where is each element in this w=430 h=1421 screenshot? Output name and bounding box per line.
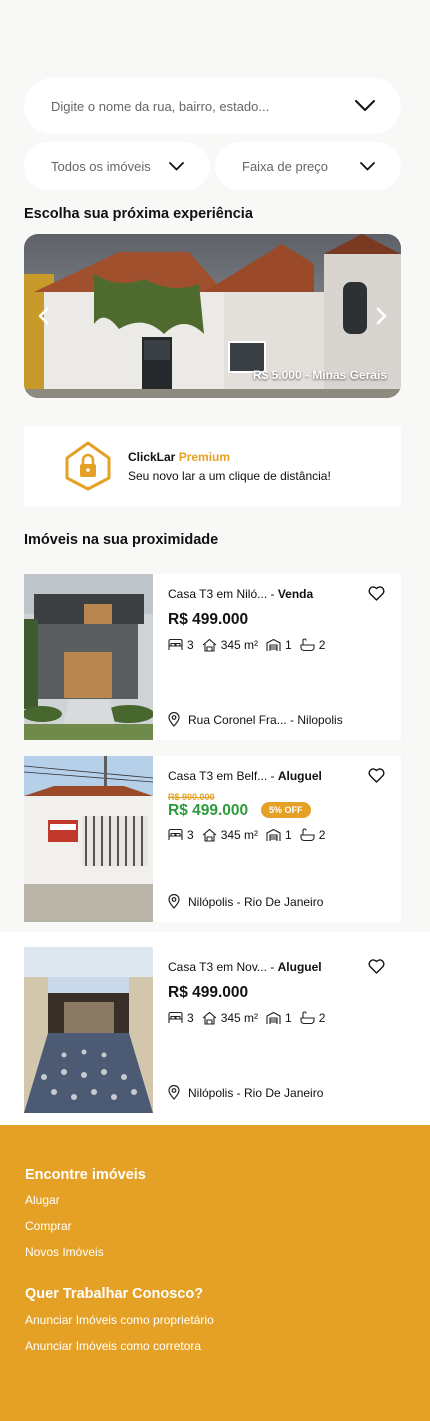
chevron-left-icon[interactable] [34,306,54,326]
listing-title: Casa T3 em Niló... - Venda [168,587,313,601]
bathrooms-count: 2 [318,1011,326,1025]
listing-card[interactable]: Casa T3 em Nov... - Aluguel R$ 499.000 3… [24,947,401,1113]
chevron-down-icon[interactable] [355,100,375,112]
footer: Encontre imóveis Alugar Comprar Novos Im… [0,1125,430,1421]
area-value: 345 m² [220,638,259,652]
footer-find-title: Encontre imóveis [25,1167,146,1183]
area-icon [202,638,217,652]
listing-photo [24,947,153,1113]
chevron-right-icon[interactable] [371,306,391,326]
location-pin-icon [168,894,180,909]
listing-name: Casa T3 em Belf... [168,769,268,783]
bed-icon [168,828,183,840]
listing-separator: - [266,960,278,974]
area-icon [202,1011,217,1025]
listing-separator: - [267,769,278,783]
bed-icon [168,1011,183,1023]
listing-title: Casa T3 em Belf... - Aluguel [168,769,322,783]
bedrooms-count: 3 [187,1011,194,1025]
listing-features: 3 345 m² 1 2 [168,828,333,842]
location-pin-icon [168,1085,180,1100]
garage-count: 1 [285,1011,292,1025]
featured-caption: R$ 5.000 - Minas Gerais [252,368,387,382]
premium-banner[interactable]: ClickLar Premium Seu novo lar a um cliqu… [24,426,401,506]
listing-location: Nilópolis - Rio De Janeiro [168,894,323,909]
featured-carousel[interactable]: R$ 5.000 - Minas Gerais [24,234,401,398]
bathtub-icon [300,638,315,652]
nearby-section-title: Imóveis na sua proximidade [24,532,219,548]
search-input[interactable]: Digite o nome da rua, bairro, estado... [24,78,401,134]
garage-count: 1 [285,828,292,842]
heart-icon[interactable] [368,586,385,601]
bathrooms-count: 2 [318,638,326,652]
listing-photo [24,574,153,740]
bed-icon [168,638,183,650]
bedrooms-count: 3 [187,828,194,842]
listing-title: Casa T3 em Nov... - Aluguel [168,960,322,974]
heart-icon[interactable] [368,768,385,783]
discount-badge: 5% OFF [261,802,311,818]
footer-work-title: Quer Trabalhar Conosco? [25,1286,204,1302]
listing-photo [24,756,153,922]
featured-section-title: Escolha sua próxima experiência [24,206,253,222]
listing-price: R$ 499.000 [168,802,249,819]
premium-tagline: Seu novo lar a um clique de distância! [128,468,331,483]
garage-icon [266,1011,281,1024]
house-lock-icon [65,441,111,491]
listing-card[interactable]: Casa T3 em Niló... - Venda R$ 499.000 3 … [24,574,401,740]
listing-separator: - [267,587,278,601]
listing-price: R$ 499.000 [168,611,249,628]
location-pin-icon [168,712,180,727]
listing-name: Casa T3 em Niló... [168,587,268,601]
listing-type: Aluguel [277,960,322,974]
chevron-down-icon [169,161,184,170]
area-value: 345 m² [220,1011,259,1025]
listing-old-price: R$ 900.000 [168,792,215,802]
footer-link-broker-listing[interactable]: Anunciar Imóveis como corretora [25,1339,201,1353]
location-text: Nilópolis - Rio De Janeiro [188,894,324,909]
listing-type: Aluguel [277,769,322,783]
area-icon [202,828,217,842]
listing-location: Rua Coronel Fra... - Nilopolis [168,712,343,727]
property-type-select[interactable]: Todos os imóveis [24,142,210,190]
footer-link-owner-listing[interactable]: Anunciar Imóveis como proprietário [25,1313,214,1327]
chevron-down-icon [360,161,375,170]
location-text: Rua Coronel Fra... - Nilopolis [188,712,343,727]
garage-icon [266,638,281,651]
bathrooms-count: 2 [318,828,326,842]
bathtub-icon [300,1011,315,1025]
listing-location: Nilópolis - Rio De Janeiro [168,1085,323,1100]
bedrooms-count: 3 [187,638,194,652]
listing-card[interactable]: Casa T3 em Belf... - Aluguel R$ 900.000 … [24,756,401,922]
heart-icon[interactable] [368,959,385,974]
footer-link-comprar[interactable]: Comprar [25,1219,72,1233]
listing-features: 3 345 m² 1 2 [168,638,333,652]
footer-link-alugar[interactable]: Alugar [25,1193,60,1207]
area-value: 345 m² [220,828,259,842]
price-range-select[interactable]: Faixa de preço [215,142,401,190]
location-text: Nilópolis - Rio De Janeiro [188,1085,324,1100]
property-type-label: Todos os imóveis [51,158,151,174]
listing-price: R$ 499.000 [168,984,249,1001]
brand-name: ClickLar [128,449,176,464]
garage-count: 1 [285,638,292,652]
search-placeholder: Digite o nome da rua, bairro, estado... [51,98,270,114]
premium-brand: ClickLar Premium [128,450,331,464]
listing-name: Casa T3 em Nov... [168,960,267,974]
garage-icon [266,828,281,841]
listing-type: Venda [277,587,314,601]
price-range-label: Faixa de preço [242,158,328,174]
listing-features: 3 345 m² 1 2 [168,1011,333,1025]
bathtub-icon [300,828,315,842]
footer-link-novos-imoveis[interactable]: Novos Imóveis [25,1245,104,1259]
brand-accent: Premium [178,449,231,464]
